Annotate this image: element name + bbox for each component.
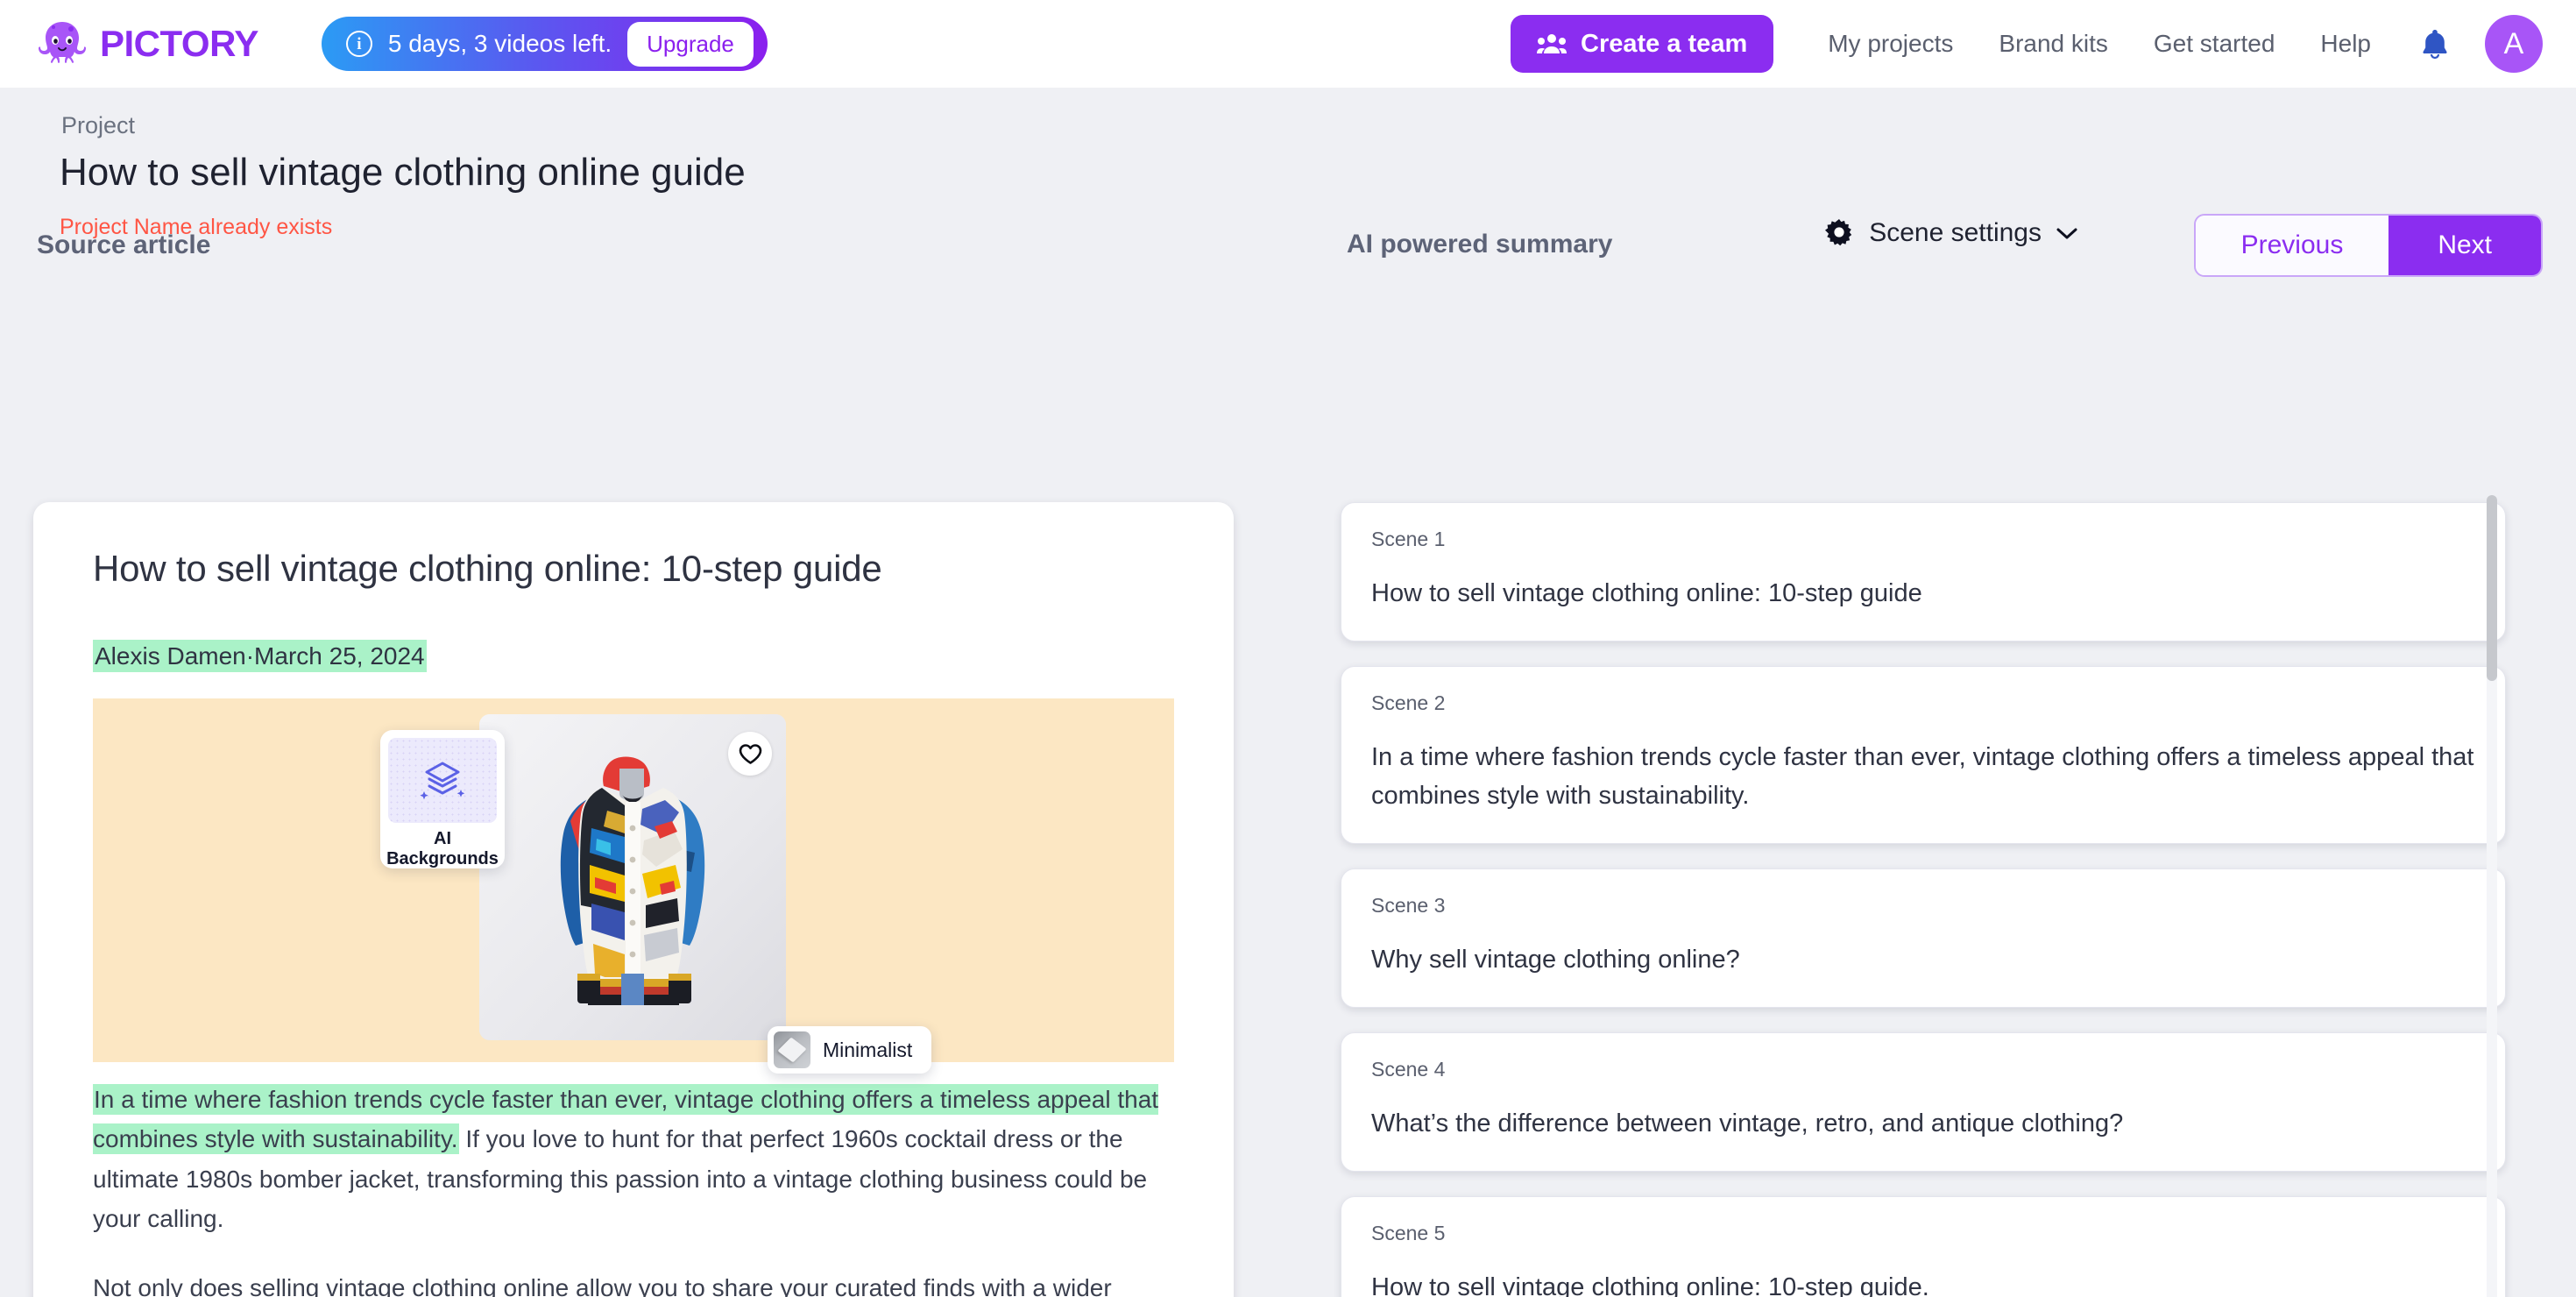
people-group-icon (1537, 34, 1568, 53)
minimalist-style-chip[interactable]: Minimalist (768, 1026, 932, 1074)
minimalist-label: Minimalist (823, 1038, 913, 1061)
scene-number: Scene 5 (1371, 1222, 1446, 1245)
project-name-error-message: Project Name already exists (60, 215, 333, 239)
article-title: How to sell vintage clothing online: 10-… (93, 548, 882, 589)
octopus-icon (39, 22, 86, 63)
scene-card-2[interactable]: Scene 2 In a time where fashion trends c… (1341, 666, 2506, 845)
nav-link-my-projects[interactable]: My projects (1828, 30, 1953, 58)
heart-icon (739, 743, 761, 764)
top-navigation-bar: PICTORY i 5 days, 3 videos left. Upgrade… (0, 0, 2576, 88)
user-avatar[interactable]: A (2485, 15, 2543, 73)
gear-icon (1825, 219, 1852, 246)
scene-text[interactable]: What’s the difference between vintage, r… (1371, 1104, 2475, 1143)
brand-logo[interactable]: PICTORY (35, 18, 258, 69)
scene-card-4[interactable]: Scene 4 What’s the difference between vi… (1341, 1032, 2506, 1173)
nav-link-brand-kits[interactable]: Brand kits (1999, 30, 2108, 58)
scene-card-1[interactable]: Scene 1 How to sell vintage clothing onl… (1341, 502, 2506, 642)
info-icon: i (345, 31, 372, 57)
scene-text[interactable]: How to sell vintage clothing online: 10-… (1371, 574, 2475, 613)
nav-link-get-started[interactable]: Get started (2154, 30, 2275, 58)
scene-text[interactable]: In a time where fashion trends cycle fas… (1371, 738, 2475, 815)
summary-scrollbar-thumb[interactable] (2487, 495, 2497, 681)
trial-status-banner: i 5 days, 3 videos left. Upgrade (321, 17, 768, 71)
source-article-card[interactable]: How to sell vintage clothing online: 10-… (33, 502, 1234, 1297)
create-a-team-button[interactable]: Create a team (1511, 15, 1774, 73)
scene-number: Scene 3 (1371, 894, 1446, 918)
scene-card-5[interactable]: Scene 5 How to sell vintage clothing onl… (1341, 1196, 2506, 1297)
article-hero-image-area: AI Backgrounds Minimalist (93, 698, 1174, 1074)
scene-text[interactable]: Why sell vintage clothing online? (1371, 940, 2475, 979)
scene-settings-dropdown[interactable]: Scene settings (1823, 217, 2078, 249)
notification-bell-icon[interactable] (2420, 27, 2450, 60)
create-a-team-label: Create a team (1581, 29, 1748, 58)
article-paragraph-1: In a time where fashion trends cycle fas… (93, 1080, 1174, 1238)
favorite-button[interactable] (728, 732, 772, 776)
ai-backgrounds-label-line2: Backgrounds (386, 848, 499, 868)
breadcrumb: Project (61, 112, 136, 138)
article-hero-photo[interactable] (479, 714, 786, 1040)
scene-settings-label: Scene settings (1869, 218, 2042, 247)
scene-navigation-group: Previous Next (2193, 214, 2543, 277)
chevron-down-icon (2056, 228, 2077, 239)
minimalist-thumbnail (774, 1031, 810, 1068)
nav-link-help[interactable]: Help (2320, 30, 2371, 58)
page-title[interactable]: How to sell vintage clothing online guid… (60, 151, 746, 195)
scene-card-3[interactable]: Scene 3 Why sell vintage clothing online… (1341, 868, 2506, 1009)
nav-right-group: Create a team My projects Brand kits Get… (1511, 15, 2543, 73)
trial-status-text: 5 days, 3 videos left. (387, 30, 612, 57)
scene-number: Scene 2 (1371, 691, 1446, 715)
ai-summary-section-label: AI powered summary (1347, 230, 1613, 259)
article-byline: Alexis Damen·March 25, 2024 (93, 640, 427, 672)
next-button[interactable]: Next (2388, 216, 2541, 275)
ai-backgrounds-label: AI Backgrounds (386, 829, 499, 868)
brand-name: PICTORY (100, 23, 258, 64)
previous-button[interactable]: Previous (2195, 216, 2389, 275)
layers-sparkle-icon (420, 762, 465, 799)
diamond-icon (777, 1037, 807, 1063)
article-byline-wrap: Alexis Damen·March 25, 2024 (93, 640, 1174, 672)
ai-backgrounds-card[interactable]: AI Backgrounds (380, 730, 505, 868)
scene-number: Scene 4 (1371, 1058, 1446, 1081)
scene-text[interactable]: How to sell vintage clothing online: 10-… (1371, 1268, 2475, 1297)
scene-number: Scene 1 (1371, 528, 1446, 550)
page-header: Project How to sell vintage clothing onl… (0, 88, 2576, 277)
article-paragraph-2: Not only does selling vintage clothing o… (93, 1274, 1112, 1297)
ai-backgrounds-label-line1: AI (434, 829, 451, 849)
ai-summary-list: Scene 1 How to sell vintage clothing onl… (1341, 502, 2506, 1297)
upgrade-button[interactable]: Upgrade (627, 21, 754, 67)
ai-backgrounds-thumbnail (388, 738, 497, 824)
